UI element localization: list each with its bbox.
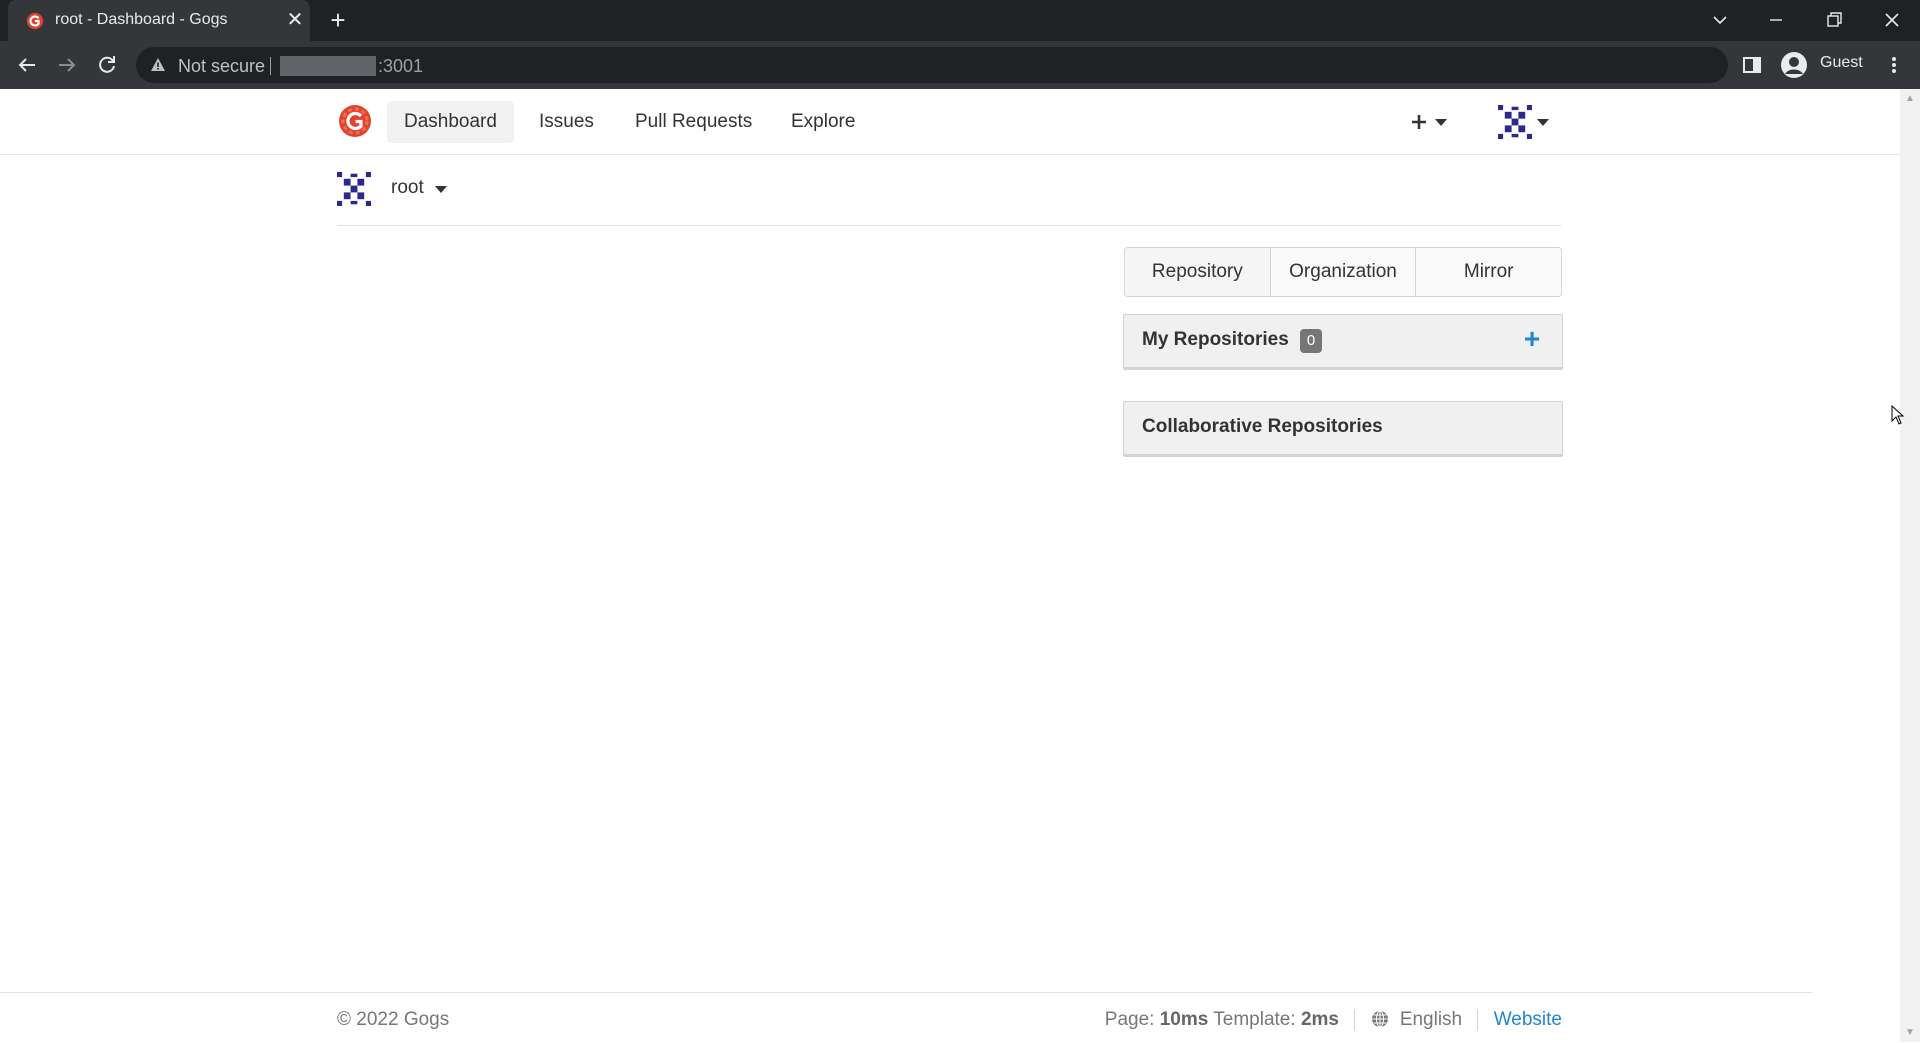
tab-search-icon[interactable] [1706, 8, 1734, 32]
mouse-cursor-icon [1891, 405, 1905, 425]
footer: © 2022 Gogs Page: 10ms Template: 2ms Eng… [0, 992, 1812, 1043]
collaborative-repositories-title: Collaborative Repositories [1142, 416, 1383, 437]
new-tab-button[interactable]: + [326, 7, 350, 33]
repo-count-badge: 0 [1300, 329, 1322, 353]
redacted-host [280, 56, 376, 76]
page-content: Dashboard Issues Pull Requests Explore r… [0, 89, 1920, 1042]
template-time-label: Template: [1213, 1009, 1296, 1031]
browser-titlebar: root - Dashboard - Gogs ✕ + [0, 0, 1920, 41]
caret-down-icon[interactable] [435, 186, 447, 193]
page-time-label: Page: [1104, 1009, 1155, 1031]
footer-right: Page: 10ms Template: 2ms English Website [1105, 1009, 1562, 1031]
forward-icon[interactable] [55, 53, 79, 77]
side-panel-icon[interactable] [1742, 55, 1762, 75]
collaborative-repositories-panel: Collaborative Repositories [1123, 401, 1563, 457]
gogs-logo-icon[interactable] [338, 104, 372, 138]
page-scrollbar[interactable]: ▲ ▼ [1900, 89, 1920, 1042]
new-button-group: Repository Organization Mirror [1124, 247, 1562, 297]
warning-icon [151, 58, 165, 71]
my-repositories-title: My Repositories [1142, 329, 1289, 350]
kebab-menu-icon[interactable] [1886, 53, 1902, 77]
minimize-icon[interactable] [1762, 8, 1790, 32]
context-switcher[interactable]: root [337, 154, 1561, 226]
avatar [337, 172, 371, 206]
globe-icon [1371, 1010, 1388, 1028]
nav-issues[interactable]: Issues [522, 101, 611, 143]
close-icon[interactable] [1878, 8, 1906, 32]
tab-close-icon[interactable]: ✕ [286, 10, 304, 30]
address-port: :3001 [378, 56, 424, 76]
new-organization-button[interactable]: Organization [1270, 248, 1417, 296]
back-icon[interactable] [15, 53, 39, 77]
caret-down-icon [1537, 119, 1549, 126]
plus-icon [1412, 115, 1426, 129]
nav-dashboard[interactable]: Dashboard [387, 101, 514, 143]
address-separator [270, 57, 271, 75]
browser-toolbar: Not secure :3001 Guest [0, 41, 1920, 89]
reload-icon[interactable] [95, 53, 119, 77]
page-time-value: 10ms [1159, 1009, 1209, 1031]
scroll-down-icon[interactable]: ▼ [1905, 1027, 1915, 1038]
footer-divider [1477, 1009, 1479, 1031]
language-selector[interactable]: English [1400, 1009, 1462, 1030]
scroll-up-icon[interactable]: ▲ [1905, 93, 1915, 104]
website-link[interactable]: Website [1494, 1009, 1562, 1030]
browser-tab[interactable]: root - Dashboard - Gogs ✕ [8, 0, 310, 41]
address-bar[interactable]: Not secure :3001 [136, 47, 1728, 83]
new-mirror-button[interactable]: Mirror [1416, 248, 1561, 296]
template-time-value: 2ms [1300, 1009, 1339, 1031]
profile-icon[interactable] [1780, 51, 1808, 79]
add-repository-plus-icon[interactable]: + [1520, 325, 1544, 353]
context-user-name[interactable]: root [391, 177, 424, 199]
footer-copyright: © 2022 Gogs [337, 1009, 450, 1030]
avatar [1498, 105, 1532, 139]
caret-down-icon [1435, 119, 1447, 126]
nav-pull-requests[interactable]: Pull Requests [618, 101, 769, 143]
my-repositories-panel: My Repositories 0 + [1123, 314, 1563, 370]
new-repository-button[interactable]: Repository [1125, 248, 1271, 296]
gogs-favicon [26, 12, 44, 30]
not-secure-label[interactable]: Not secure [178, 56, 265, 77]
top-navigation: Dashboard Issues Pull Requests Explore [0, 89, 1900, 155]
profile-label[interactable]: Guest [1820, 54, 1863, 72]
restore-icon[interactable] [1820, 8, 1848, 32]
nav-explore[interactable]: Explore [774, 101, 872, 143]
tab-title: root - Dashboard - Gogs [55, 11, 228, 28]
footer-divider [1354, 1009, 1356, 1031]
